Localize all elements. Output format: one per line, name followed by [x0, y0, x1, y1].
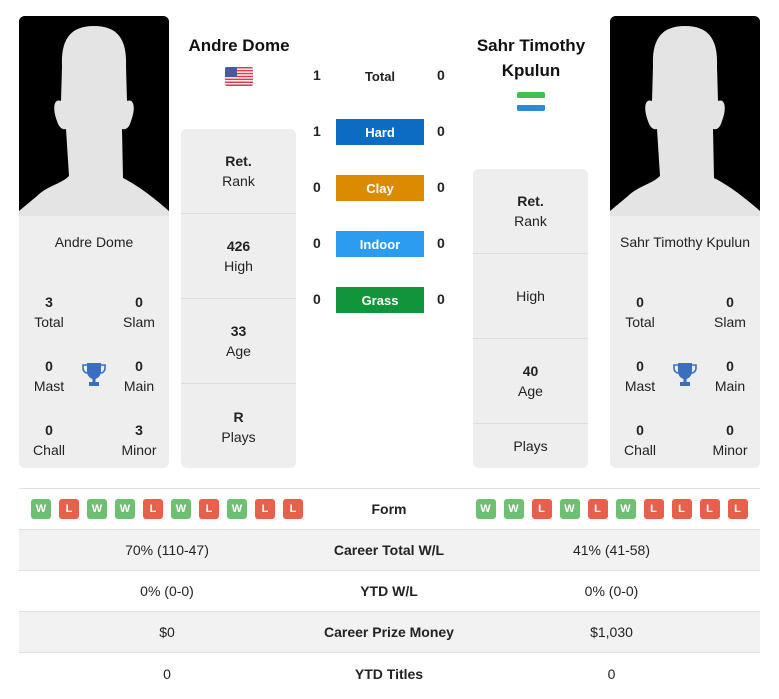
form-loss-badge[interactable]: L — [671, 499, 692, 519]
form-loss-badge[interactable]: L — [531, 499, 552, 519]
titles-mast: 0 Mast — [33, 358, 65, 394]
trophy-icon — [673, 363, 697, 386]
titles-total: 0 Total — [625, 294, 655, 330]
titles-minor: 0 Minor — [712, 422, 748, 458]
info-plays: Plays — [513, 438, 548, 454]
row-label: Career Prize Money — [324, 624, 454, 640]
info-high: 426 High — [181, 214, 296, 299]
h2h-row-total: 1 Total 0 — [300, 63, 460, 89]
info-age: 40 Age — [473, 339, 588, 424]
form-loss-badge[interactable]: L — [59, 499, 79, 519]
table-row: $0 Career Prize Money $1,030 — [19, 612, 760, 653]
player1-value: 70% (110-47) — [125, 542, 209, 558]
comparison-table: WLWWLWLWLL Form WWLWLWLLLL 70% (110-47) … — [19, 488, 760, 694]
form-loss-badge[interactable]: L — [727, 499, 748, 519]
form-loss-badge[interactable]: L — [587, 499, 608, 519]
player1-photo — [19, 16, 169, 216]
player1-value: 0 — [163, 665, 171, 682]
row-label: YTD Titles — [354, 665, 424, 682]
titles-slam: 0 Slam — [123, 294, 155, 330]
form-win-badge[interactable]: W — [171, 499, 191, 519]
surface-indoor-badge[interactable]: Indoor — [336, 231, 424, 257]
titles-total: 3 Total — [34, 294, 64, 330]
titles-main: 0 Main — [123, 358, 155, 394]
player2-value: 0% (0-0) — [584, 583, 639, 599]
info-high: High — [473, 254, 588, 339]
player2-value: 0 — [607, 665, 616, 682]
player1-name[interactable]: Andre Dome — [176, 33, 302, 58]
player2-value: $1,030 — [590, 624, 633, 640]
info-rank: Ret. Rank — [473, 169, 588, 254]
form-win-badge[interactable]: W — [31, 499, 51, 519]
player2-titles-card: Sahr Timothy Kpulun 0 Total 0 Slam 0 Mast 0… — [610, 216, 760, 468]
player1-info-panel: Ret. Rank 426 High 33 Age R Plays — [181, 129, 296, 468]
titles-slam: 0 Slam — [714, 294, 746, 330]
player1-titles-card: Andre Dome 3 Total 0 Slam 0 Mast 0 Main 0 Cha… — [19, 216, 169, 468]
form-loss-badge[interactable]: L — [199, 499, 219, 519]
titles-minor: 3 Minor — [121, 422, 157, 458]
form-row: WLWWLWLWLL Form WWLWLWLLLL — [19, 489, 760, 530]
player2-info-panel: Ret. Rank High 40 Age Plays — [473, 169, 588, 468]
silhouette-icon — [19, 16, 169, 216]
surface-clay-badge[interactable]: Clay — [336, 175, 424, 201]
info-rank: Ret. Rank — [181, 129, 296, 214]
row-label: YTD W/L — [360, 583, 418, 599]
form-loss-badge[interactable]: L — [255, 499, 275, 519]
form-loss-badge[interactable]: L — [643, 499, 664, 519]
silhouette-icon — [610, 16, 760, 216]
form-win-badge[interactable]: W — [87, 499, 107, 519]
form-loss-badge[interactable]: L — [699, 499, 720, 519]
surface-hard-badge[interactable]: Hard — [336, 119, 424, 145]
player2-name[interactable]: Sahr Timothy Kpulun — [465, 33, 597, 83]
h2h-row-hard: 1 Hard 0 — [300, 119, 460, 145]
form-win-badge[interactable]: W — [559, 499, 580, 519]
titles-mast: 0 Mast — [624, 358, 656, 394]
player2-card-name: Sahr Timothy Kpulun — [620, 234, 750, 250]
titles-chall: 0 Chall — [33, 422, 65, 458]
titles-chall: 0 Chall — [624, 422, 656, 458]
player1-card-name: Andre Dome — [54, 234, 134, 250]
player2-value: 41% (41-58) — [572, 542, 651, 558]
us-flag-icon — [225, 67, 253, 86]
table-row: 0 YTD Titles 0 — [19, 653, 760, 694]
table-row: 0% (0-0) YTD W/L 0% (0-0) — [19, 571, 760, 612]
h2h-row-grass: 0 Grass 0 — [300, 287, 460, 313]
form-win-badge[interactable]: W — [115, 499, 135, 519]
player2-photo — [610, 16, 760, 216]
h2h-row-indoor: 0 Indoor 0 — [300, 231, 460, 257]
surface-total-label: Total — [364, 68, 396, 84]
trophy-icon — [82, 363, 106, 386]
form-loss-badge[interactable]: L — [283, 499, 303, 519]
surface-grass-badge[interactable]: Grass — [336, 287, 424, 313]
titles-main: 0 Main — [714, 358, 746, 394]
player1-value: 0% (0-0) — [140, 583, 194, 599]
table-row: 70% (110-47) Career Total W/L 41% (41-58… — [19, 530, 760, 571]
form-win-badge[interactable]: W — [227, 499, 247, 519]
player1-form: WLWWLWLWLL — [19, 499, 315, 519]
row-label: Career Total W/L — [333, 542, 445, 558]
form-win-badge[interactable]: W — [475, 499, 496, 519]
form-win-badge[interactable]: W — [615, 499, 636, 519]
player2-form: WWLWLWLLLL — [463, 499, 760, 519]
form-win-badge[interactable]: W — [503, 499, 524, 519]
form-loss-badge[interactable]: L — [143, 499, 163, 519]
info-plays: R Plays — [221, 408, 256, 445]
player1-value: $0 — [159, 624, 175, 640]
sierra-leone-flag-icon — [517, 92, 545, 111]
form-label: Form — [371, 501, 407, 517]
info-age: 33 Age — [181, 299, 296, 384]
h2h-row-clay: 0 Clay 0 — [300, 175, 460, 201]
